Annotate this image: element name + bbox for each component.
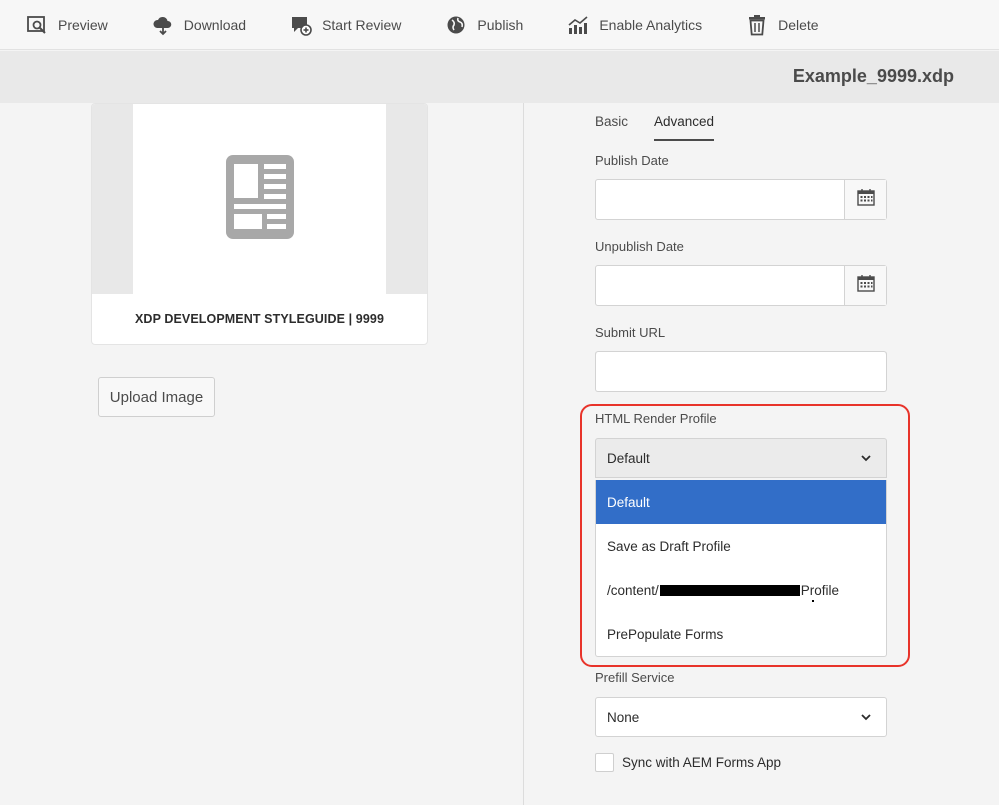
title-bar: Example_9999.xdp (0, 51, 999, 103)
sync-aem-forms-checkbox[interactable] (595, 753, 614, 772)
unpublish-date-field (595, 265, 887, 306)
html-render-profile-select[interactable]: Default (595, 438, 887, 478)
asset-preview-panel: XDP DEVELOPMENT STYLEGUIDE | 9999 Upload… (0, 103, 524, 805)
trash-icon (746, 14, 768, 36)
redaction-bar (659, 584, 800, 596)
action-toolbar: Preview Download Start Review Publish En… (0, 0, 999, 50)
enable-analytics-button[interactable]: Enable Analytics (567, 0, 702, 50)
preview-label: Preview (58, 16, 108, 33)
delete-label: Delete (778, 16, 819, 33)
start-review-label: Start Review (322, 16, 402, 33)
publish-date-calendar-button[interactable] (844, 180, 886, 219)
publish-date-input[interactable] (596, 180, 845, 219)
submit-url-field (595, 351, 887, 392)
prefill-service-value: None (607, 709, 640, 725)
download-button[interactable]: Download (152, 0, 246, 50)
option-save-as-draft-profile[interactable]: Save as Draft Profile (596, 524, 886, 568)
redaction-mark (812, 600, 814, 602)
sync-aem-forms-label: Sync with AEM Forms App (622, 755, 782, 770)
html-render-profile-value: Default (607, 450, 650, 466)
asset-card-title: XDP DEVELOPMENT STYLEGUIDE | 9999 (135, 312, 384, 326)
chevron-down-icon (860, 711, 872, 723)
submit-url-input[interactable] (596, 351, 886, 391)
unpublish-date-input[interactable] (596, 266, 845, 305)
submit-url-label: Submit URL (595, 325, 666, 340)
globe-icon (445, 14, 467, 36)
sync-aem-forms-row: Sync with AEM Forms App (595, 753, 781, 772)
download-label: Download (183, 16, 247, 33)
html-render-profile-options: Default Save as Draft Profile /content/P… (595, 480, 887, 657)
tab-advanced[interactable]: Advanced (654, 114, 715, 141)
preview-button[interactable]: Preview (26, 0, 108, 50)
prefill-service-label: Prefill Service (595, 670, 675, 685)
preview-icon (26, 14, 48, 36)
properties-panel: Basic Advanced Publish Date Unpublish Da… (525, 103, 999, 805)
publish-date-label: Publish Date (595, 153, 669, 168)
document-layout-icon (225, 154, 295, 245)
option-default[interactable]: Default (596, 480, 886, 524)
enable-analytics-label: Enable Analytics (599, 16, 703, 33)
unpublish-date-label: Unpublish Date (595, 239, 684, 254)
option-path-suffix: Profile (800, 582, 840, 598)
html-render-profile-label: HTML Render Profile (595, 411, 717, 426)
prefill-service-select[interactable]: None (595, 697, 887, 737)
properties-tabs: Basic Advanced (595, 114, 740, 141)
asset-card: XDP DEVELOPMENT STYLEGUIDE | 9999 (91, 103, 428, 345)
publish-date-field (595, 179, 887, 220)
asset-thumbnail (92, 104, 427, 294)
cloud-download-icon (152, 14, 174, 36)
option-prepopulate-forms[interactable]: PrePopulate Forms (596, 612, 886, 656)
upload-image-button[interactable]: Upload Image (98, 377, 215, 417)
tab-basic[interactable]: Basic (595, 114, 628, 141)
option-path-prefix: /content/ (607, 582, 659, 598)
analytics-icon (567, 14, 589, 36)
calendar-icon (856, 274, 875, 297)
delete-button[interactable]: Delete (746, 0, 819, 50)
calendar-icon (856, 188, 875, 211)
publish-label: Publish (477, 16, 524, 33)
unpublish-date-calendar-button[interactable] (844, 266, 886, 305)
publish-button[interactable]: Publish (445, 0, 523, 50)
option-content-profile[interactable]: /content/Profile (596, 568, 886, 612)
chevron-down-icon (860, 452, 872, 464)
review-icon (290, 14, 312, 36)
file-title: Example_9999.xdp (792, 66, 954, 86)
start-review-button[interactable]: Start Review (290, 0, 401, 50)
